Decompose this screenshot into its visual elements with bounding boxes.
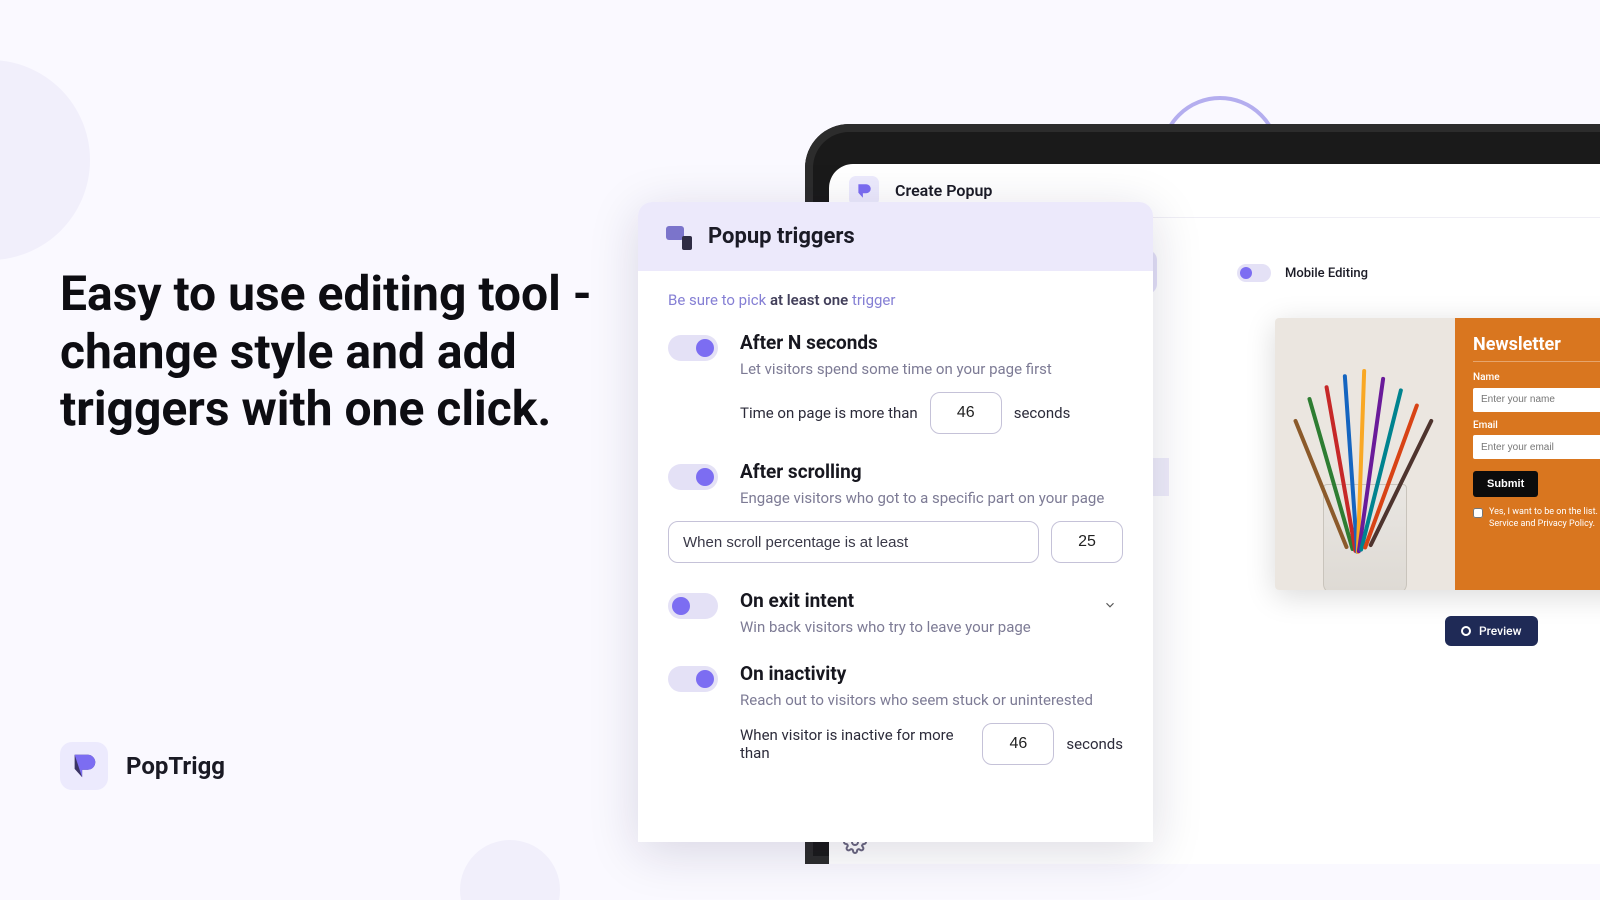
preview-button-label: Preview	[1479, 624, 1522, 638]
decorative-circle	[460, 840, 560, 900]
preview-email-input[interactable]	[1473, 435, 1600, 459]
trigger-after-seconds: After N seconds Let visitors spend some …	[668, 331, 1123, 434]
trigger-after-scrolling: After scrolling Engage visitors who got …	[668, 460, 1123, 563]
marketing-headline: Easy to use editing tool - change style …	[60, 265, 620, 438]
trigger-desc: Win back visitors who try to leave your …	[740, 618, 1123, 636]
brand-name: PopTrigg	[126, 752, 225, 780]
scroll-percent-input[interactable]	[1051, 521, 1123, 563]
triggers-icon	[666, 226, 692, 248]
popup-preview: Newsletter Name Email Submit Yes, I want…	[1275, 318, 1600, 590]
triggers-title: Popup triggers	[708, 224, 855, 249]
preview-image	[1275, 318, 1455, 590]
trigger-exit-toggle[interactable]	[668, 593, 718, 619]
trigger-desc: Let visitors spend some time on your pag…	[740, 360, 1123, 378]
mobile-editing-toggle[interactable]	[1237, 264, 1271, 282]
trigger-title: On exit intent	[740, 589, 1123, 612]
decorative-circle	[0, 60, 90, 260]
preview-submit-button[interactable]: Submit	[1473, 471, 1538, 497]
preview-consent-text: Yes, I want to be on the list. See our T…	[1489, 507, 1600, 530]
brand-logo-icon	[60, 742, 108, 790]
preview-name-input[interactable]	[1473, 388, 1600, 412]
time-label-post: seconds	[1014, 404, 1071, 422]
preview-button[interactable]: Preview	[1445, 616, 1538, 646]
app-logo-icon	[849, 176, 879, 206]
eye-icon	[1461, 626, 1471, 636]
newsletter-title: Newsletter	[1473, 334, 1600, 362]
trigger-title: On inactivity	[740, 662, 1123, 685]
trigger-title: After scrolling	[740, 460, 1123, 483]
scroll-condition-input[interactable]	[668, 521, 1039, 563]
trigger-exit-intent: On exit intent Win back visitors who try…	[668, 589, 1123, 636]
popup-triggers-card: Popup triggers Be sure to pick at least …	[638, 202, 1153, 842]
trigger-inactivity-toggle[interactable]	[668, 666, 718, 692]
inactivity-label-post: seconds	[1066, 735, 1123, 753]
chevron-down-icon[interactable]	[1103, 597, 1117, 611]
inactivity-seconds-input[interactable]	[982, 723, 1054, 765]
mobile-editing-label: Mobile Editing	[1285, 266, 1368, 281]
trigger-after-seconds-toggle[interactable]	[668, 335, 718, 361]
trigger-inactivity: On inactivity Reach out to visitors who …	[668, 662, 1123, 765]
preview-name-label: Name	[1473, 372, 1600, 383]
time-label-pre: Time on page is more than	[740, 404, 918, 422]
page-title: Create Popup	[895, 181, 992, 200]
inactivity-label-pre: When visitor is inactive for more than	[740, 726, 970, 762]
triggers-hint: Be sure to pick at least one trigger	[668, 291, 1123, 309]
trigger-desc: Engage visitors who got to a specific pa…	[740, 489, 1123, 507]
preview-email-label: Email	[1473, 420, 1600, 431]
time-on-page-input[interactable]	[930, 392, 1002, 434]
trigger-scroll-toggle[interactable]	[668, 464, 718, 490]
trigger-desc: Reach out to visitors who seem stuck or …	[740, 691, 1123, 709]
brand: PopTrigg	[60, 742, 225, 790]
trigger-title: After N seconds	[740, 331, 1123, 354]
preview-column: Mobile Editing	[1215, 254, 1600, 646]
preview-consent-checkbox[interactable]	[1473, 508, 1483, 518]
